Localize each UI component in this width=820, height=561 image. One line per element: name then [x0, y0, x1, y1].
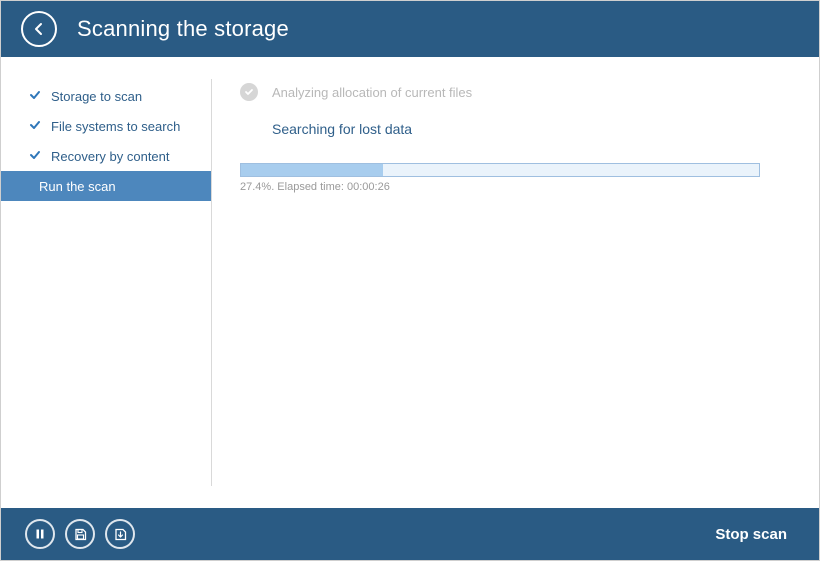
body: Storage to scan File systems to search R… [1, 57, 819, 508]
sidebar-step-filesystems[interactable]: File systems to search [1, 111, 211, 141]
back-button[interactable] [21, 11, 57, 47]
check-icon [29, 149, 43, 163]
sidebar-step-recovery[interactable]: Recovery by content [1, 141, 211, 171]
save-icon [74, 528, 87, 541]
page-title: Scanning the storage [77, 16, 289, 42]
pause-icon [34, 528, 46, 540]
progress-fill [241, 164, 383, 176]
app-window: Scanning the storage Storage to scan Fil… [0, 0, 820, 561]
check-icon [29, 89, 43, 103]
current-step-label: Searching for lost data [272, 121, 789, 137]
sidebar-step-storage[interactable]: Storage to scan [1, 81, 211, 111]
sidebar-step-run[interactable]: Run the scan [1, 171, 211, 201]
check-icon [29, 119, 43, 133]
footer-bar: Stop scan [1, 508, 819, 560]
sidebar-step-label: File systems to search [51, 119, 180, 134]
load-icon [114, 528, 127, 541]
progress-bar [240, 163, 760, 177]
sidebar-step-label: Run the scan [39, 179, 116, 194]
check-circle-icon [240, 83, 258, 101]
sidebar-step-label: Storage to scan [51, 89, 142, 104]
save-button[interactable] [65, 519, 95, 549]
main-panel: Analyzing allocation of current files Se… [212, 57, 819, 508]
stop-scan-button[interactable]: Stop scan [707, 520, 795, 549]
completed-step-row: Analyzing allocation of current files [240, 83, 789, 101]
load-button[interactable] [105, 519, 135, 549]
header-bar: Scanning the storage [1, 1, 819, 57]
pause-button[interactable] [25, 519, 55, 549]
arrow-left-icon [31, 21, 47, 37]
sidebar-step-label: Recovery by content [51, 149, 170, 164]
progress-section: 27.4%. Elapsed time: 00:00:26 [240, 163, 789, 193]
completed-step-label: Analyzing allocation of current files [272, 85, 472, 100]
sidebar: Storage to scan File systems to search R… [1, 57, 211, 508]
progress-status-text: 27.4%. Elapsed time: 00:00:26 [240, 181, 789, 193]
